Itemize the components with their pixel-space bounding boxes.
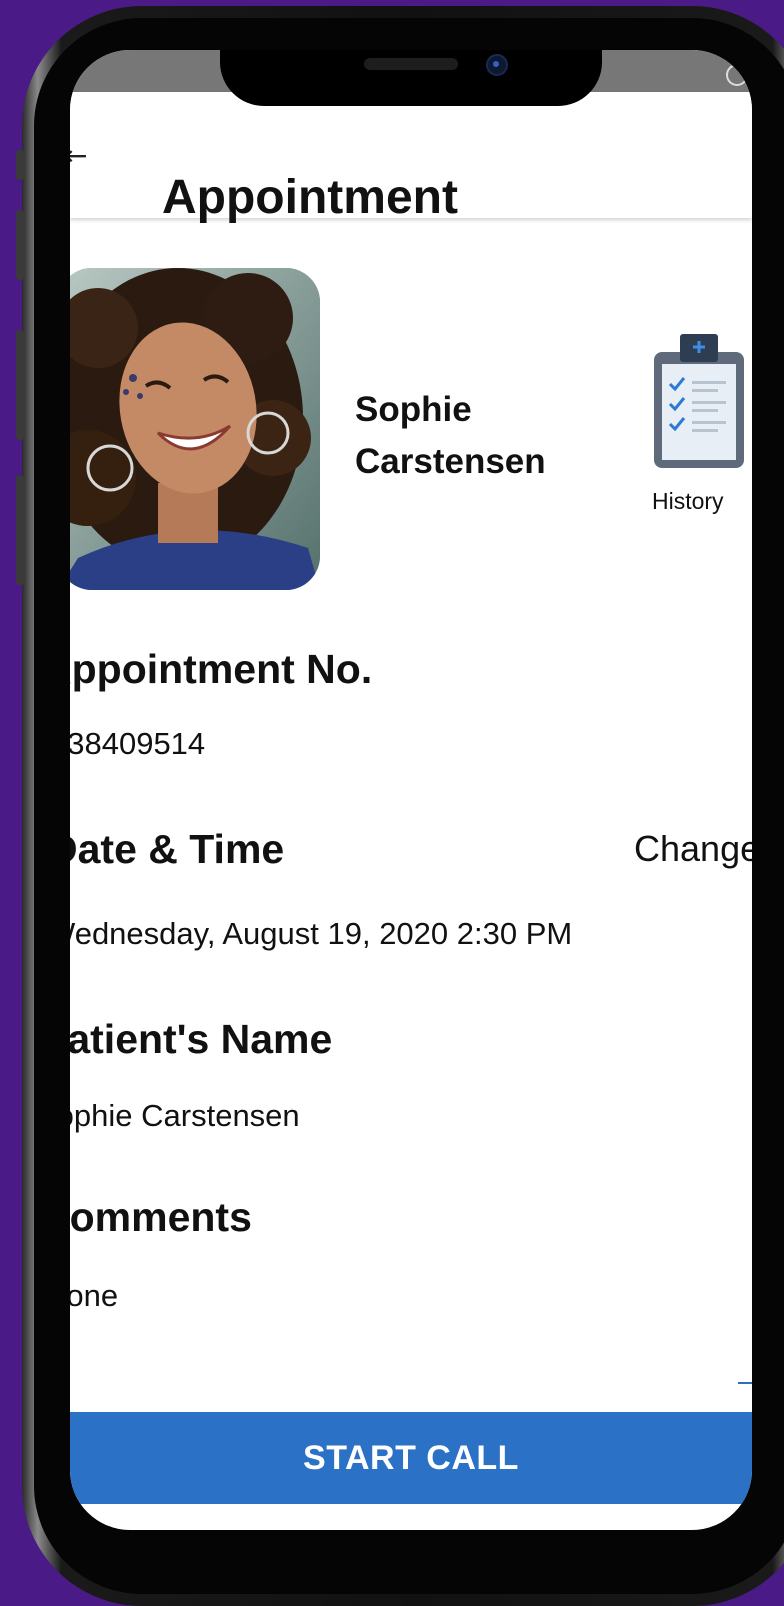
appointment-no-value: 738409514 — [70, 726, 206, 761]
appointment-no-label: Appointment No. — [70, 646, 373, 692]
avatar — [70, 268, 320, 590]
comments-value: None — [70, 1278, 119, 1313]
side-button — [16, 475, 24, 585]
status-icon — [726, 64, 748, 86]
datetime-value: Wednesday, August 19, 2020 2:30 PM — [70, 916, 573, 951]
patient-photo — [70, 268, 320, 590]
patient-name-label: Patient's Name — [70, 1016, 333, 1062]
page-title: Appointment — [162, 171, 458, 224]
change-datetime-link[interactable]: Change — [634, 828, 752, 870]
patient-name-value: Sophie Carstensen — [70, 1098, 300, 1133]
front-camera — [486, 54, 508, 76]
history-label: History — [652, 488, 724, 514]
datetime-label: Date & Time — [70, 826, 285, 872]
app-bar: ← Appointment — [70, 92, 752, 224]
notch — [220, 50, 602, 106]
patient-name: Sophie Carstensen — [355, 390, 546, 481]
phone-screen: ← Appointment Sophie Carstensen History … — [70, 50, 752, 1530]
volume-down-button — [16, 330, 24, 440]
volume-up-button — [16, 210, 24, 280]
speaker-grille — [364, 58, 458, 70]
scroll-indicator — [738, 1382, 752, 1384]
start-call-label: START CALL — [303, 1438, 519, 1477]
comments-label: Comments — [70, 1194, 252, 1240]
history-button[interactable]: History — [648, 334, 752, 524]
start-call-button[interactable]: START CALL — [70, 1412, 752, 1504]
clipboard-checklist-icon — [654, 334, 744, 468]
mute-switch — [16, 150, 24, 180]
back-arrow-icon[interactable]: ← — [70, 142, 87, 170]
